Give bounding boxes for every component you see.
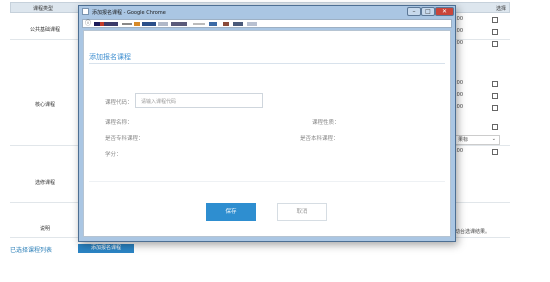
select-checkbox[interactable]	[492, 149, 498, 155]
header-course-type: 课程类型	[33, 6, 54, 12]
course-name-label: 课程名称：	[105, 120, 133, 126]
address-bar[interactable]: ⓘ	[82, 19, 452, 28]
header-select: 选择	[496, 6, 507, 12]
select-checkbox[interactable]	[492, 93, 498, 99]
course-code-label: 课程代码：	[105, 100, 133, 106]
vocational-course-label: 是否专科课程：	[105, 136, 144, 142]
category-elective: 选修课程	[34, 180, 55, 186]
course-code-input[interactable]: 请输入课程代码	[135, 93, 263, 108]
form-divider	[89, 181, 445, 182]
add-course-button[interactable]: 添加报名课程	[78, 244, 134, 253]
category-notes: 说明	[39, 226, 50, 232]
category-column: 公共基础课程 核心课程 选修课程 说明	[10, 13, 81, 238]
chevron-down-icon: ⌄	[491, 136, 496, 142]
category-public-basic: 公共基础课程	[29, 27, 60, 33]
chrome-popup-window: 添加报名课程 - Google Chrome – □ ✕ ⓘ 添加报名课程 课程…	[78, 5, 456, 242]
maximize-button[interactable]: □	[421, 7, 435, 16]
window-titlebar[interactable]: 添加报名课程 - Google Chrome – □ ✕	[79, 6, 455, 18]
select-checkbox[interactable]	[492, 29, 498, 35]
time-text: :00	[455, 80, 464, 86]
select-dropdown-value: 果标	[458, 137, 469, 143]
bottom-bar: 已选择课程列表 添加报名课程	[10, 244, 510, 254]
save-button[interactable]: 保存	[206, 203, 256, 221]
title-divider	[89, 63, 445, 64]
category-core: 核心课程	[34, 102, 55, 108]
time-text: :00	[455, 92, 464, 98]
time-text: :00	[455, 148, 464, 154]
minimize-button[interactable]: –	[407, 7, 421, 16]
selected-course-list-link[interactable]: 已选择课程列表	[10, 245, 52, 254]
select-checkbox[interactable]	[492, 105, 498, 111]
undergrad-course-label: 是否本科课程：	[300, 136, 339, 142]
window-title: 添加报名课程 - Google Chrome	[92, 10, 166, 16]
select-dropdown[interactable]: 果标 ⌄	[455, 135, 500, 145]
course-nature-label: 课程性质：	[312, 120, 340, 126]
close-button[interactable]: ✕	[435, 7, 454, 16]
dialog-content: 添加报名课程 课程代码： 请输入课程代码 课程名称： 课程性质： 是否专科课程：…	[83, 30, 451, 237]
cancel-button[interactable]: 取消	[277, 203, 327, 221]
select-checkbox[interactable]	[492, 124, 498, 130]
select-checkbox[interactable]	[492, 17, 498, 23]
time-text: :00	[455, 28, 464, 34]
page-icon	[82, 8, 89, 15]
time-text: :00	[455, 104, 464, 110]
info-icon: ⓘ	[85, 20, 92, 27]
dialog-title: 添加报名课程	[89, 53, 131, 61]
select-checkbox[interactable]	[492, 81, 498, 87]
note-text: 动台选课结果。	[455, 229, 491, 235]
time-text: :00	[455, 40, 464, 46]
time-text: :00	[455, 16, 464, 22]
select-checkbox[interactable]	[492, 41, 498, 47]
credits-label: 学分：	[105, 152, 122, 158]
